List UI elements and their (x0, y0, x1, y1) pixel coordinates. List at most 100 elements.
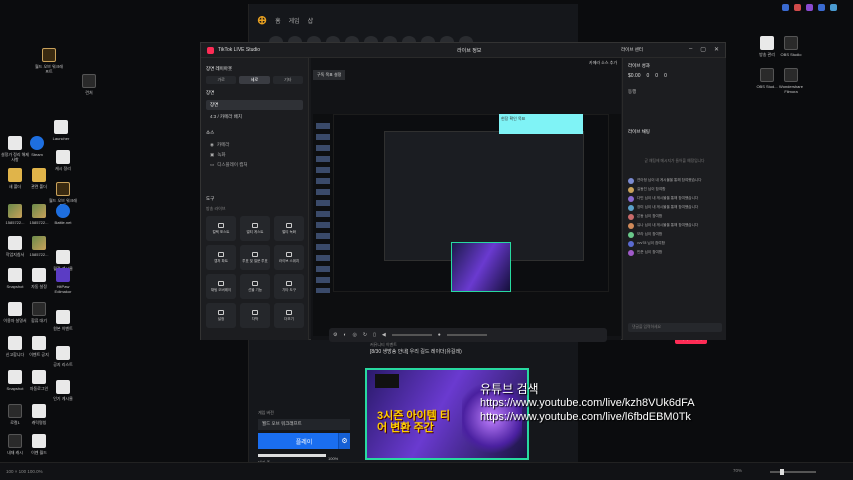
file-icon (8, 434, 22, 448)
tool-button[interactable]: 멀티 녹화 (274, 216, 304, 241)
desktop-icon[interactable]: 월드 오브 워크래프트 (34, 48, 64, 74)
file-icon (56, 346, 70, 360)
tool-button[interactable]: 선물 기능 (240, 274, 270, 299)
desktop-icon[interactable]: HitPaw Edimakor (48, 268, 78, 294)
tiktok-logo-icon (207, 46, 214, 54)
tool-button[interactable]: 멀티 게스트 (240, 216, 270, 241)
scene-item[interactable]: 4:3 / 카메라 배치 (206, 112, 303, 122)
avatar[interactable] (628, 196, 634, 202)
desktop-icon[interactable]: 런처 (74, 74, 104, 95)
source-item[interactable]: ◉ 카메라 (206, 140, 303, 150)
ratio-other[interactable]: 기타 (272, 76, 303, 84)
add-camera-source[interactable]: 카메라 소스 추가 (589, 60, 617, 66)
file-icon (42, 48, 56, 62)
avatar[interactable] (628, 241, 634, 247)
gear-icon[interactable]: ⚙ (338, 433, 350, 449)
app-icon[interactable] (782, 4, 789, 11)
tool-icon (286, 309, 292, 315)
play-button[interactable]: 플레이 ⚙ (258, 433, 350, 449)
desktop-icon[interactable]: 캐릭명칭 (24, 404, 54, 425)
rotate-icon[interactable]: ↻ (363, 332, 367, 338)
source-label: 카메라 (216, 142, 230, 147)
volume-slider[interactable] (391, 334, 432, 336)
tool-button[interactable]: 채팅 오버레이 (206, 274, 236, 299)
nav-shop[interactable]: 샵 (308, 16, 314, 25)
play-button-label: 플레이 (295, 439, 313, 446)
mic-icon[interactable]: ◐ (343, 332, 346, 338)
tool-icon (286, 280, 292, 286)
file-icon (784, 68, 798, 82)
subscribe-goal-tag[interactable]: 구독 목표 설정 (313, 70, 346, 80)
portrait-icon[interactable]: ▯ (373, 332, 376, 338)
app-icon[interactable] (830, 4, 837, 11)
tool-button[interactable]: 투표 및 질문 투표 (240, 245, 270, 270)
source-item[interactable]: ▣ 녹화 (206, 150, 303, 160)
tool-label: 컬렉 포스트 (212, 229, 230, 234)
ratio-portrait[interactable]: 세로 (239, 76, 270, 84)
zoom-level[interactable]: 70% (733, 468, 742, 473)
close-icon[interactable]: ✕ (714, 46, 719, 53)
tool-button[interactable]: 컬렉 포스트 (206, 216, 236, 241)
live-center-button[interactable]: 라이브 센터 (621, 47, 643, 53)
goal-widget-label: 현장 확인 목표 (501, 116, 526, 121)
tool-button[interactable]: 설정 (206, 303, 236, 328)
scene-item[interactable]: 장면 (206, 100, 303, 110)
file-icon (8, 236, 22, 250)
desktop-icon[interactable]: 인기 게시물 (48, 380, 78, 401)
preview-controls: ⚙ ◐ ◎ ↻ ▯ ◀ ● (329, 328, 607, 342)
avatar[interactable] (628, 205, 634, 211)
stat-viewers: 0 (664, 73, 667, 79)
chat-message: 연아정 님이 내 게시물을 통해 참여했습니다 (628, 178, 721, 184)
volume-icon[interactable]: ◀ (382, 332, 386, 338)
desktop-icon[interactable]: 이벤 월드 (24, 434, 54, 455)
tool-button[interactable]: 더보기 (274, 303, 304, 328)
tool-button[interactable]: 라이브 스위치 (274, 245, 304, 270)
ratio-landscape[interactable]: 가로 (206, 76, 237, 84)
stat-gifts: $0.00 (628, 73, 641, 79)
app-icon[interactable] (818, 4, 825, 11)
overlay-line-2: https://www.youtube.com/live/kzh8VUk6dFA (480, 397, 695, 409)
avatar[interactable] (628, 187, 634, 193)
mic-slider[interactable] (446, 334, 487, 336)
source-item[interactable]: ▭ 디스플레이 캡처 (206, 160, 303, 170)
tool-button[interactable]: 기타 도구 (274, 274, 304, 299)
play-label: 게임 버전 (258, 410, 274, 415)
zoom-slider-thumb[interactable] (780, 469, 784, 475)
tool-button[interactable]: 캡처 파트 (206, 245, 236, 270)
file-icon (30, 136, 44, 150)
desktop-icon[interactable]: 원본 이벤트 (48, 310, 78, 331)
tool-label: 설정 (217, 316, 225, 321)
post-title[interactable]: [8/30 생방송 안내] 우리 길드 레이더(유길레) (370, 348, 462, 355)
nav-games[interactable]: 게임 (289, 16, 300, 25)
desktop-icon[interactable]: OBS Studio (776, 36, 806, 57)
tool-button[interactable]: 자막 (240, 303, 270, 328)
file-icon (56, 150, 70, 164)
desktop-icon[interactable]: Wondershare Filmora (776, 68, 806, 94)
chat-input[interactable]: 댓글을 입력하세요 (628, 323, 722, 332)
mic-level-icon[interactable]: ● (438, 332, 441, 338)
avatar[interactable] (628, 178, 634, 184)
tools-grid: 컬렉 포스트 멀티 게스트 멀티 녹화캡처 파트 투표 및 질문 투표 라이브 스위치채… (206, 216, 304, 328)
app-icon[interactable] (794, 4, 801, 11)
zoom-slider[interactable] (770, 469, 816, 475)
camera-icon[interactable]: ◎ (353, 332, 357, 338)
file-icon (56, 268, 70, 282)
studio-center-title[interactable]: 라이브 정보 (457, 47, 481, 54)
app-icon[interactable] (806, 4, 813, 11)
avatar[interactable] (628, 232, 634, 238)
desktop-icon-label: OBS Studio (780, 52, 802, 57)
avatar[interactable] (628, 223, 634, 229)
guest-label[interactable]: 동행 (628, 89, 721, 95)
settings-icon[interactable]: ⚙ (333, 332, 337, 338)
desktop-icon[interactable]: Battle.net (48, 204, 78, 225)
file-icon (82, 74, 96, 88)
avatar[interactable] (628, 250, 634, 256)
chat-message: 다빈 님이 내 게시물을 통해 참여했습니다 (628, 196, 721, 202)
game-version-select[interactable]: 월드 오브 워크래프트 (258, 419, 350, 430)
desktop-icon[interactable]: 공지 리스트 (48, 346, 78, 367)
minimize-icon[interactable]: – (689, 46, 692, 53)
maximize-icon[interactable]: ▢ (700, 46, 706, 53)
nav-home[interactable]: 홈 (275, 16, 281, 25)
launcher-logo[interactable]: ⊕ (257, 13, 267, 27)
avatar[interactable] (628, 214, 634, 220)
